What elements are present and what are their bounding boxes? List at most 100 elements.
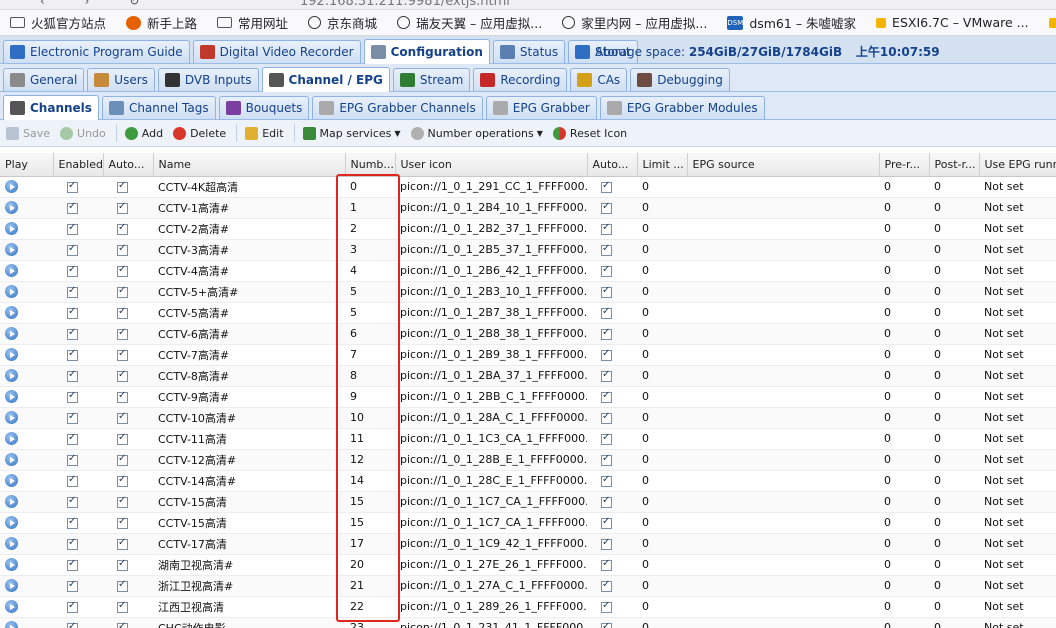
auto-epg-cell[interactable]: [587, 449, 637, 471]
post-record[interactable]: 0: [929, 197, 979, 219]
channel-name[interactable]: CCTV-8高清#: [153, 365, 345, 387]
limit-value[interactable]: 0: [637, 176, 687, 198]
use-epg-running[interactable]: Not set: [979, 386, 1056, 408]
bookmark-item[interactable]: https://192...: [1048, 15, 1056, 30]
auto-epg-checkbox[interactable]: [601, 285, 612, 298]
auto-epg-checkbox[interactable]: [601, 222, 612, 235]
auto-name-checkbox[interactable]: [117, 558, 128, 571]
play-cell[interactable]: [0, 281, 53, 303]
auto-name-cell[interactable]: [103, 428, 153, 450]
epg-source[interactable]: [687, 386, 879, 408]
post-record[interactable]: 0: [929, 302, 979, 324]
play-cell[interactable]: [0, 218, 53, 240]
browser-nav-icons[interactable]: ‹ › ↻: [40, 0, 157, 8]
enabled-cell[interactable]: [53, 449, 103, 471]
auto-epg-cell[interactable]: [587, 281, 637, 303]
delete-button[interactable]: Delete: [173, 126, 226, 140]
auto-name-checkbox[interactable]: [117, 411, 128, 424]
tab-bouquets[interactable]: Bouquets: [218, 96, 310, 119]
bookmark-item[interactable]: DSM dsm61 – 朱嘘嘘家: [727, 13, 856, 32]
tab-cas[interactable]: CAs: [570, 68, 628, 91]
post-record[interactable]: 0: [929, 491, 979, 513]
enabled-checkbox[interactable]: [67, 285, 78, 298]
channel-number[interactable]: 5: [345, 281, 395, 303]
epg-source[interactable]: [687, 575, 879, 597]
play-cell[interactable]: [0, 470, 53, 492]
channel-number[interactable]: 0: [345, 176, 395, 198]
user-icon[interactable]: picon://1_0_1_291_CC_1_FFFF000...: [395, 176, 587, 198]
channel-number[interactable]: 3: [345, 239, 395, 261]
auto-name-checkbox[interactable]: [117, 537, 128, 550]
table-row[interactable]: 江西卫视高清22picon://1_0_1_289_26_1_FFFF000..…: [0, 596, 1056, 618]
post-record[interactable]: 0: [929, 218, 979, 240]
auto-epg-checkbox[interactable]: [601, 306, 612, 319]
use-epg-running[interactable]: Not set: [979, 197, 1056, 219]
limit-value[interactable]: 0: [637, 533, 687, 555]
user-icon[interactable]: picon://1_0_1_27A_C_1_FFFF0000...: [395, 575, 587, 597]
pre-record[interactable]: 0: [879, 533, 929, 555]
browser-url-bar[interactable]: ‹ › ↻ 192.168.31.211:9981/extjs.html: [0, 0, 1056, 10]
tab-debugging[interactable]: Debugging: [630, 68, 730, 91]
limit-value[interactable]: 0: [637, 302, 687, 324]
enabled-cell[interactable]: [53, 575, 103, 597]
limit-value[interactable]: 0: [637, 491, 687, 513]
play-icon[interactable]: [5, 222, 18, 236]
column-header[interactable]: Pre-r...: [879, 153, 930, 177]
user-icon[interactable]: picon://1_0_1_1C3_CA_1_FFFF000...: [395, 428, 587, 450]
play-icon[interactable]: [5, 327, 18, 341]
enabled-checkbox[interactable]: [67, 327, 78, 340]
play-icon[interactable]: [5, 201, 18, 215]
enabled-checkbox[interactable]: [67, 495, 78, 508]
play-cell[interactable]: [0, 344, 53, 366]
post-record[interactable]: 0: [929, 512, 979, 534]
use-epg-running[interactable]: Not set: [979, 218, 1056, 240]
post-record[interactable]: 0: [929, 386, 979, 408]
epg-source[interactable]: [687, 554, 879, 576]
limit-value[interactable]: 0: [637, 281, 687, 303]
user-icon[interactable]: picon://1_0_1_28A_C_1_FFFF0000...: [395, 407, 587, 429]
auto-name-cell[interactable]: [103, 281, 153, 303]
column-header[interactable]: Auto...: [103, 153, 154, 177]
auto-name-cell[interactable]: [103, 239, 153, 261]
post-record[interactable]: 0: [929, 281, 979, 303]
channel-number[interactable]: 9: [345, 386, 395, 408]
user-icon[interactable]: picon://1_0_1_289_26_1_FFFF000...: [395, 596, 587, 618]
auto-epg-checkbox[interactable]: [601, 432, 612, 445]
play-cell[interactable]: [0, 176, 53, 198]
epg-source[interactable]: [687, 218, 879, 240]
play-cell[interactable]: [0, 197, 53, 219]
play-cell[interactable]: [0, 512, 53, 534]
pre-record[interactable]: 0: [879, 491, 929, 513]
auto-name-checkbox[interactable]: [117, 495, 128, 508]
auto-epg-checkbox[interactable]: [601, 390, 612, 403]
post-record[interactable]: 0: [929, 239, 979, 261]
user-icon[interactable]: picon://1_0_1_1C9_42_1_FFFF000...: [395, 533, 587, 555]
auto-epg-cell[interactable]: [587, 176, 637, 198]
channel-name[interactable]: CCTV-17高清: [153, 533, 345, 555]
limit-value[interactable]: 0: [637, 428, 687, 450]
map-services-button[interactable]: Map services ▼: [302, 126, 401, 140]
tab-epg-grabber-modules[interactable]: EPG Grabber Modules: [599, 96, 765, 119]
epg-source[interactable]: [687, 596, 879, 618]
auto-name-cell[interactable]: [103, 470, 153, 492]
pre-record[interactable]: 0: [879, 428, 929, 450]
enabled-cell[interactable]: [53, 344, 103, 366]
table-row[interactable]: CCTV-17高清17picon://1_0_1_1C9_42_1_FFFF00…: [0, 533, 1056, 555]
table-row[interactable]: 湖南卫视高清#20picon://1_0_1_27E_26_1_FFFF000.…: [0, 554, 1056, 576]
channel-number[interactable]: 4: [345, 260, 395, 282]
bookmark-item[interactable]: 瑞友天翼 – 应用虚拟...: [397, 13, 542, 32]
bookmark-item[interactable]: 京东商城: [308, 13, 377, 32]
auto-name-checkbox[interactable]: [117, 621, 128, 628]
auto-name-cell[interactable]: [103, 533, 153, 555]
user-icon[interactable]: picon://1_0_1_2BA_37_1_FFFF000...: [395, 365, 587, 387]
tab-digital-video-recorder[interactable]: Digital Video Recorder: [192, 40, 361, 63]
tab-electronic-program-guide[interactable]: Electronic Program Guide: [3, 40, 190, 63]
limit-value[interactable]: 0: [637, 449, 687, 471]
channel-name[interactable]: 浙江卫视高清#: [153, 575, 345, 597]
auto-epg-cell[interactable]: [587, 575, 637, 597]
user-icon[interactable]: picon://1_0_1_2B2_37_1_FFFF000...: [395, 218, 587, 240]
tab-status[interactable]: Status: [492, 40, 566, 63]
auto-epg-cell[interactable]: [587, 386, 637, 408]
user-icon[interactable]: picon://1_0_1_27E_26_1_FFFF000...: [395, 554, 587, 576]
auto-epg-checkbox[interactable]: [601, 600, 612, 613]
